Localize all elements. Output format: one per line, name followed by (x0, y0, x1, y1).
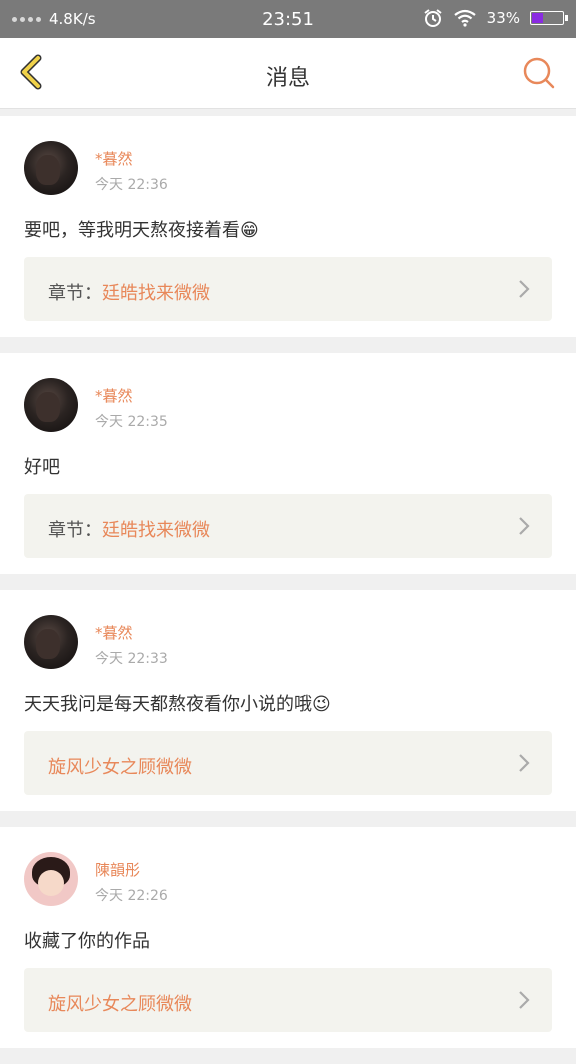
message-time: 今天 22:35 (95, 414, 168, 430)
chevron-right-icon (519, 280, 530, 298)
status-right: 33% (423, 8, 568, 28)
message-time: 今天 22:33 (95, 651, 168, 667)
battery-fill (532, 13, 543, 23)
avatar[interactable] (24, 852, 78, 906)
emoji-wink: 😉 (312, 694, 331, 715)
message-body: 好吧 (24, 457, 60, 478)
chapter-prefix: 章节： (48, 283, 102, 304)
message-text: 天天我问是每天都熬夜看你小说的哦😉 (24, 690, 552, 716)
message-body: 收藏了你的作品 (24, 931, 150, 952)
message-text: 收藏了你的作品 (24, 927, 552, 953)
chapter-title: 旋风少女之顾微微 (48, 757, 192, 778)
emoji-grin: 😁 (240, 220, 259, 241)
sender-name[interactable]: *暮然 (95, 148, 133, 169)
chapter-text: 章节：廷皓找来微微 (48, 279, 210, 305)
message-text: 要吧，等我明天熬夜接着看😁 (24, 216, 552, 242)
chapter-link[interactable]: 旋风少女之顾微微 (24, 731, 552, 795)
status-bar: 4.8K/s 23:51 33% (0, 0, 576, 38)
chevron-right-icon (519, 517, 530, 535)
avatar[interactable] (24, 141, 78, 195)
chapter-text: 旋风少女之顾微微 (48, 990, 192, 1016)
page-title: 消息 (265, 66, 310, 91)
chapter-title: 廷皓找来微微 (102, 283, 210, 304)
chapter-link[interactable]: 章节：廷皓找来微微 (24, 257, 552, 321)
chevron-right-icon (519, 754, 530, 772)
chevron-right-icon (519, 991, 530, 1009)
message-text: 好吧 (24, 453, 552, 479)
message-list: *暮然 今天 22:36 要吧，等我明天熬夜接着看😁 章节：廷皓找来微微 *暮然… (0, 116, 576, 1064)
message-body: 天天我问是每天都熬夜看你小说的哦 (24, 694, 312, 715)
battery-icon (530, 11, 568, 25)
message-card: 陳韻彤 今天 22:26 收藏了你的作品 旋风少女之顾微微 (0, 827, 576, 1048)
battery-percent: 33% (486, 9, 520, 27)
search-icon[interactable] (520, 54, 558, 92)
message-time: 今天 22:26 (95, 888, 168, 904)
chapter-link[interactable]: 章节：廷皓找来微微 (24, 494, 552, 558)
avatar[interactable] (24, 378, 78, 432)
chapter-text: 旋风少女之顾微微 (48, 753, 192, 779)
chapter-prefix: 章节： (48, 520, 102, 541)
message-body: 要吧，等我明天熬夜接着看 (24, 220, 240, 241)
header: 消息 (0, 38, 576, 109)
chapter-title: 旋风少女之顾微微 (48, 994, 192, 1015)
message-card: *暮然 今天 22:35 好吧 章节：廷皓找来微微 (0, 353, 576, 574)
alarm-icon (424, 9, 442, 27)
sender-name[interactable]: 陳韻彤 (95, 859, 140, 880)
message-card: *暮然 今天 22:36 要吧，等我明天熬夜接着看😁 章节：廷皓找来微微 (0, 116, 576, 337)
chapter-title: 廷皓找来微微 (102, 520, 210, 541)
message-card: *暮然 今天 22:33 天天我问是每天都熬夜看你小说的哦😉 旋风少女之顾微微 (0, 590, 576, 811)
avatar[interactable] (24, 615, 78, 669)
wifi-icon (453, 9, 476, 27)
sender-name[interactable]: *暮然 (95, 385, 133, 406)
message-time: 今天 22:36 (95, 177, 168, 193)
chapter-link[interactable]: 旋风少女之顾微微 (24, 968, 552, 1032)
sender-name[interactable]: *暮然 (95, 622, 133, 643)
chapter-text: 章节：廷皓找来微微 (48, 516, 210, 542)
